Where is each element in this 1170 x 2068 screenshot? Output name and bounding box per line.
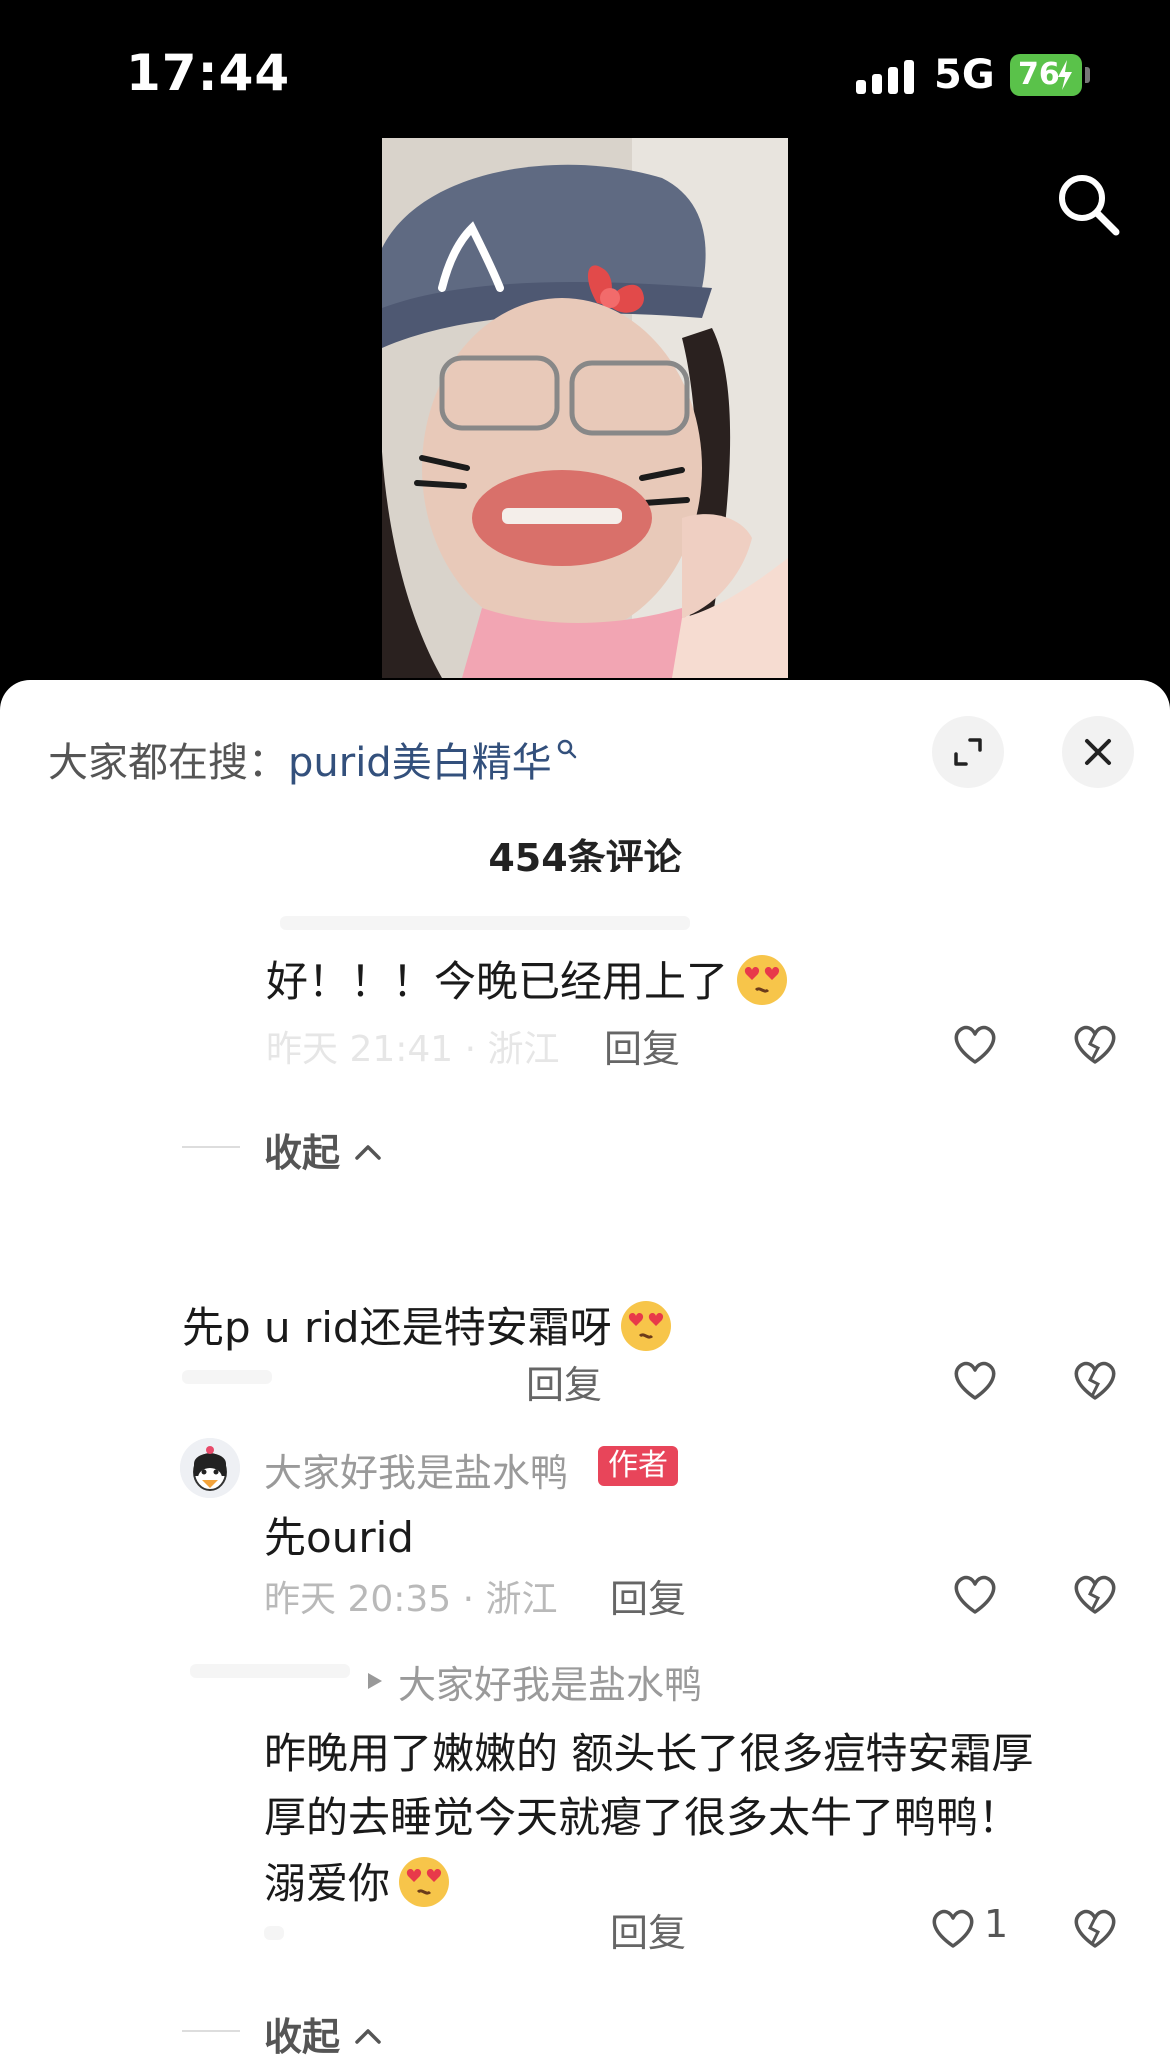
clock: 17:44 xyxy=(126,44,291,102)
hot-search-keyword[interactable]: purid美白精华 xyxy=(288,740,552,786)
chevron-up-icon xyxy=(355,2029,381,2044)
like-heart-icon[interactable] xyxy=(950,1020,1000,1068)
dislike-broken-heart-icon[interactable] xyxy=(1070,1570,1120,1618)
hot-search-bar[interactable]: 大家都在搜：purid美白精华 xyxy=(48,730,578,788)
comment-count: 454条评论 xyxy=(488,836,682,872)
collapse-button[interactable]: 收起 xyxy=(264,2006,383,2061)
search-small-icon xyxy=(557,739,576,759)
charging-bolt-icon xyxy=(1058,60,1072,90)
comment-text-line3: 溺爱你 xyxy=(264,1850,454,1911)
heart-eyes-emoji-icon xyxy=(737,955,788,1005)
chevron-up-icon xyxy=(355,1145,381,1160)
comment-sheet: 大家都在搜：purid美白精华 454条评论 好！！！今晚已经用上了 昨天 21… xyxy=(0,680,1170,2068)
faded-avatar xyxy=(190,1664,350,1678)
heart-eyes-emoji-icon xyxy=(620,1301,671,1351)
network-label: 5G xyxy=(934,52,995,98)
author-badge: 作者 xyxy=(598,1446,678,1486)
status-bar: 17:44 5G 76 xyxy=(0,0,1170,236)
expand-button[interactable] xyxy=(932,716,1004,788)
video-thumbnail[interactable] xyxy=(382,138,788,678)
reply-button[interactable]: 回复 xyxy=(526,1354,602,1409)
like-heart-icon[interactable] xyxy=(950,1356,1000,1404)
expand-icon xyxy=(954,738,982,766)
collapse-divider xyxy=(182,2030,240,2032)
comment-text-line2: 厚的去睡觉今天就瘪了很多太牛了鸭鸭！ xyxy=(264,1793,1021,1842)
comment-author[interactable]: 大家好我是盐水鸭 xyxy=(264,1442,568,1497)
faded-meta xyxy=(280,916,690,930)
signal-icon xyxy=(856,60,914,94)
like-heart-icon[interactable] xyxy=(950,1570,1000,1618)
hot-search-prefix: 大家都在搜： xyxy=(48,740,288,786)
comment-text: 先p u rid还是特安霜呀 xyxy=(182,1294,676,1355)
heart-eyes-emoji-icon xyxy=(399,1857,450,1907)
battery-icon: 76 xyxy=(1010,54,1090,96)
search-icon[interactable] xyxy=(1052,168,1124,240)
close-button[interactable] xyxy=(1062,716,1134,788)
avatar[interactable] xyxy=(180,1438,240,1498)
comment-text: 好！！！今晚已经用上了 xyxy=(266,948,792,1009)
close-icon xyxy=(1085,739,1111,765)
like-count: 1 xyxy=(984,1902,1009,1946)
reply-button[interactable]: 回复 xyxy=(610,1902,686,1957)
like-heart-icon[interactable] xyxy=(928,1904,978,1952)
collapse-button[interactable]: 收起 xyxy=(264,1122,383,1177)
comment-text: 先ourid xyxy=(264,1513,414,1562)
collapse-divider xyxy=(182,1146,240,1148)
dislike-broken-heart-icon[interactable] xyxy=(1070,1356,1120,1404)
comment-meta: 昨天 20:35 · 浙江 xyxy=(264,1579,558,1620)
reply-to-author[interactable]: 大家好我是盐水鸭 xyxy=(398,1654,702,1709)
faded-meta xyxy=(264,1926,284,1940)
reply-button[interactable]: 回复 xyxy=(604,1018,680,1073)
reply-button[interactable]: 回复 xyxy=(610,1568,686,1623)
comment-text-line1: 昨晚用了嫩嫩的 额头长了很多痘特安霜厚 xyxy=(264,1729,1034,1778)
faded-meta xyxy=(182,1370,272,1384)
comment-meta: 昨天 21:41 · 浙江 xyxy=(266,1029,560,1070)
reply-arrow-icon xyxy=(368,1673,382,1689)
dislike-broken-heart-icon[interactable] xyxy=(1070,1904,1120,1952)
dislike-broken-heart-icon[interactable] xyxy=(1070,1020,1120,1068)
battery-level: 76 xyxy=(1018,57,1060,92)
